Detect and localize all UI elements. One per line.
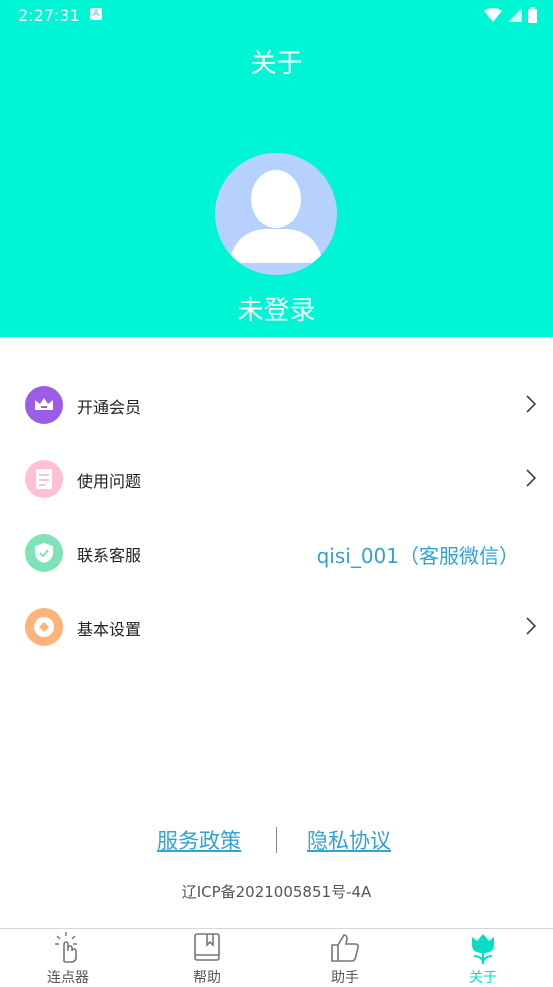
bottom-nav: 连点器 帮助 助手 关于	[0, 928, 553, 986]
signal-icon	[508, 8, 522, 22]
menu-label: 开通会员	[77, 398, 142, 417]
menu-label: 使用问题	[77, 472, 142, 491]
menu-item-vip[interactable]: 开通会员	[0, 368, 553, 442]
tab-clicker[interactable]: 连点器	[18, 929, 118, 986]
privacy-agreement-link[interactable]: 隐私协议	[307, 825, 391, 855]
menu-item-basic-settings[interactable]: 基本设置	[0, 590, 553, 664]
login-status[interactable]: 未登录	[0, 290, 553, 327]
user-silhouette-icon	[229, 170, 323, 263]
customer-service-wechat[interactable]: qisi_001（客服微信）	[317, 540, 519, 569]
status-icons	[484, 6, 537, 24]
battery-icon	[528, 7, 537, 23]
menu-label: 基本设置	[77, 620, 142, 639]
header: 2:27:31 A 关于 未登录	[0, 0, 553, 337]
menu-item-usage-questions[interactable]: 使用问题	[0, 442, 553, 516]
status-bar: 2:27:31 A	[0, 0, 553, 30]
tab-label: 帮助	[193, 970, 221, 986]
service-policy-link[interactable]: 服务政策	[157, 825, 241, 855]
document-icon	[25, 460, 63, 498]
shield-check-icon	[25, 534, 63, 572]
link-divider	[276, 827, 277, 853]
crown-icon	[25, 386, 63, 424]
chevron-right-icon	[526, 469, 537, 487]
icp-number: 辽ICP备2021005851号-4A	[181, 883, 372, 901]
tulip-icon	[472, 934, 494, 964]
status-time: 2:27:31	[18, 6, 80, 25]
page-title: 关于	[250, 49, 303, 79]
tap-hand-icon	[55, 932, 77, 963]
tab-label: 连点器	[47, 970, 89, 986]
avatar[interactable]	[215, 153, 337, 275]
tab-label: 助手	[331, 970, 359, 986]
tab-about[interactable]: 关于	[433, 929, 533, 986]
chevron-right-icon	[526, 395, 537, 413]
book-icon	[194, 933, 220, 961]
footer-links: 服务政策 隐私协议	[0, 823, 553, 857]
chevron-right-icon	[526, 617, 537, 635]
menu-list: 开通会员 使用问题 联系客服 基本设置 qisi_001（客服微信）	[0, 368, 553, 664]
tab-assistant[interactable]: 助手	[295, 929, 395, 986]
tab-label: 关于	[469, 970, 497, 986]
settings-icon	[25, 608, 63, 646]
wifi-icon	[484, 8, 502, 22]
menu-label: 联系客服	[77, 546, 142, 565]
tab-help[interactable]: 帮助	[157, 929, 257, 986]
sim-badge: A	[90, 8, 102, 20]
thumbs-up-icon	[331, 934, 360, 962]
